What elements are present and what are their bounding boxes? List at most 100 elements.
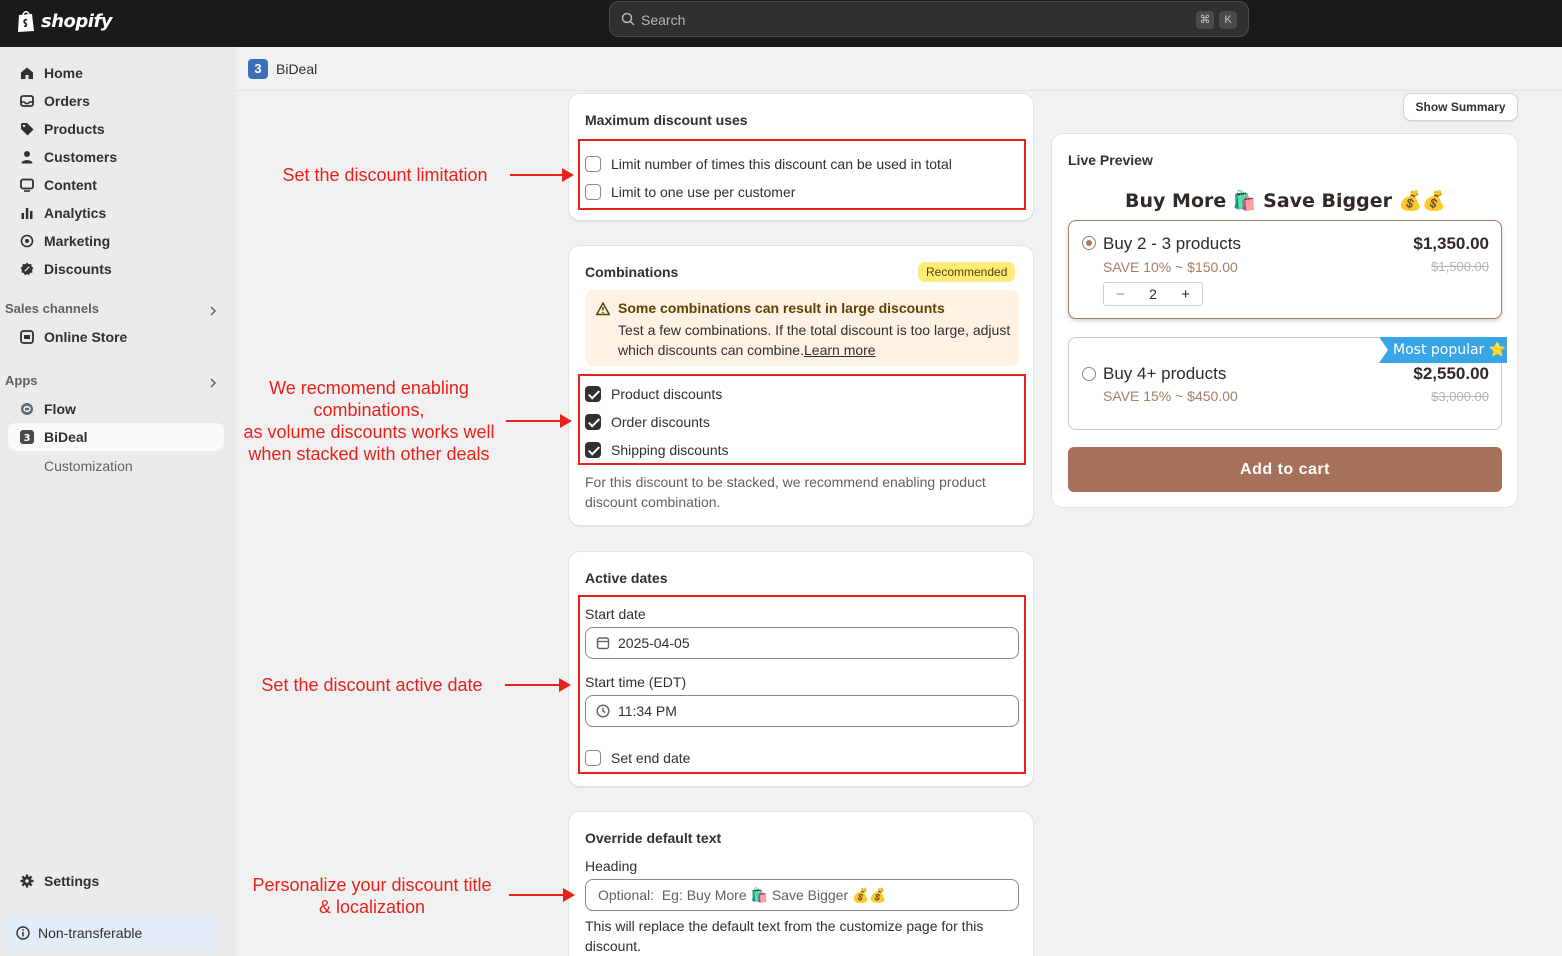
sidebar-item-label: Products (44, 121, 105, 137)
highlight-box (578, 139, 1026, 210)
sidebar-item-label: Online Store (44, 329, 128, 345)
add-to-cart-button[interactable]: Add to cart (1068, 447, 1502, 492)
heading-field[interactable] (585, 879, 1019, 911)
annotation-personalize: Personalize your discount title & locali… (238, 874, 506, 918)
annotation-arrow (506, 414, 572, 428)
sidebar-item-label: Settings (44, 873, 100, 889)
shopify-logo[interactable]: shopify (16, 9, 113, 33)
app-title: BiDeal (276, 61, 318, 77)
warning-body: Test a few combinations. If the total di… (618, 320, 1018, 360)
annotation-line: We recmomend enabling (269, 378, 469, 398)
card-title: Active dates (585, 570, 668, 586)
live-preview-card: Live Preview Buy More 🛍️ Save Bigger 💰💰 … (1051, 133, 1518, 508)
tier-price: $2,550.00 (1413, 364, 1489, 383)
plus-icon[interactable]: + (1169, 286, 1202, 303)
non-transferable-label: Non-transferable (38, 925, 143, 941)
target-icon (18, 232, 36, 250)
card-title: Combinations (585, 264, 679, 280)
search-bar[interactable]: ⌘ K (609, 1, 1249, 37)
chevron-right-icon[interactable] (208, 306, 218, 316)
flow-icon (18, 400, 36, 418)
bar-chart-icon (18, 204, 36, 222)
shopify-wordmark: shopify (41, 10, 113, 32)
preview-title: Buy More 🛍️ Save Bigger 💰💰 (1125, 190, 1446, 212)
sidebar-item-flow[interactable]: Flow (8, 395, 224, 423)
sidebar-item-label: Customers (44, 149, 118, 165)
annotation-line: when stacked with other deals (248, 444, 490, 464)
tier-radio[interactable] (1082, 236, 1096, 250)
sidebar-item-products[interactable]: Products (8, 115, 224, 143)
non-transferable-banner[interactable]: Non-transferable (4, 915, 217, 951)
sidebar-item-content[interactable]: Content (8, 171, 224, 199)
annotation-dates: Set the discount active date (261, 675, 483, 695)
highlight-box (578, 595, 1026, 774)
search-input[interactable] (641, 10, 1181, 30)
tier-name: Buy 2 - 3 products (1103, 234, 1241, 253)
warning-banner: Some combinations can result in large di… (585, 290, 1019, 366)
annotation-combinations: We recmomend enabling combinations, as v… (238, 377, 500, 465)
sidebar-item-bideal[interactable]: 3 BiDeal (8, 423, 224, 451)
sidebar-item-analytics[interactable]: Analytics (8, 199, 224, 227)
heading-input[interactable] (598, 887, 998, 903)
tier-savings: SAVE 15% ~ $450.00 (1103, 388, 1238, 404)
sidebar-item-label: Marketing (44, 233, 111, 249)
combinations-help-text: For this discount to be stacked, we reco… (585, 474, 986, 510)
sidebar-item-discounts[interactable]: Discounts (8, 255, 224, 283)
live-preview-label: Live Preview (1068, 152, 1153, 168)
card-title: Maximum discount uses (585, 112, 748, 128)
bideal-app-icon: 3 (18, 428, 36, 446)
annotation-limitation: Set the discount limitation (282, 165, 488, 185)
quantity-stepper[interactable]: − 2 + (1103, 282, 1203, 306)
tier-name: Buy 4+ products (1103, 364, 1227, 383)
show-summary-button[interactable]: Show Summary (1403, 93, 1518, 121)
home-icon (18, 64, 36, 82)
sidebar-item-label: Analytics (44, 205, 107, 221)
sidebar-item-label: Flow (44, 401, 76, 417)
recommended-badge: Recommended (918, 262, 1016, 282)
sidebar-item-settings[interactable]: Settings (8, 867, 224, 895)
discount-icon (18, 260, 36, 278)
shortcut-key-k: K (1219, 11, 1237, 29)
warning-title: Some combinations can result in large di… (618, 300, 945, 316)
chevron-right-icon[interactable] (208, 378, 218, 388)
info-icon (16, 926, 30, 940)
annotation-arrow (505, 678, 571, 692)
card-title: Override default text (585, 830, 722, 846)
store-icon (18, 328, 36, 346)
sidebar-subitem-customization[interactable]: Customization (44, 458, 133, 474)
sidebar-item-orders[interactable]: Orders (8, 87, 224, 115)
apps-heading[interactable]: Apps (5, 373, 38, 388)
annotation-arrow (509, 888, 575, 902)
minus-icon[interactable]: − (1104, 286, 1137, 303)
bideal-logo: 3 (248, 59, 268, 79)
annotation-line: & localization (318, 897, 426, 917)
sidebar-item-home[interactable]: Home (8, 59, 224, 87)
app-header: 3 BiDeal (236, 47, 1562, 91)
annotation-arrow (510, 168, 574, 182)
search-icon (621, 12, 635, 26)
monitor-icon (18, 176, 36, 194)
tier-radio[interactable] (1082, 367, 1096, 381)
tier-option-2[interactable]: Buy 4+ products SAVE 15% ~ $450.00 $2,55… (1068, 337, 1507, 430)
sales-channels-heading[interactable]: Sales channels (5, 301, 99, 316)
sidebar-item-label: BiDeal (44, 429, 88, 445)
override-text-card: Override default text Heading This will … (568, 811, 1034, 956)
sidebar-item-customers[interactable]: Customers (8, 143, 224, 171)
shortcut-key-cmd: ⌘ (1196, 11, 1214, 29)
svg-text:3: 3 (24, 433, 31, 444)
tier-savings: SAVE 10% ~ $150.00 (1103, 259, 1238, 275)
override-help-text: This will replace the default text from … (585, 918, 984, 954)
inbox-icon (18, 92, 36, 110)
tier-price: $1,350.00 (1413, 234, 1489, 253)
learn-more-link[interactable]: Learn more (804, 342, 876, 358)
tier-option-1[interactable]: Buy 2 - 3 products SAVE 10% ~ $150.00 $1… (1068, 220, 1502, 319)
warning-icon (596, 302, 610, 316)
heading-label: Heading (585, 858, 638, 874)
quantity-value[interactable]: 2 (1137, 286, 1170, 302)
annotation-line: Personalize your discount title (252, 875, 492, 895)
top-bar: shopify ⌘ K (0, 0, 1562, 47)
tag-icon (18, 120, 36, 138)
sidebar-item-online-store[interactable]: Online Store (8, 323, 224, 351)
sidebar: Home Orders Products Customers Content A… (0, 47, 236, 956)
sidebar-item-marketing[interactable]: Marketing (8, 227, 224, 255)
